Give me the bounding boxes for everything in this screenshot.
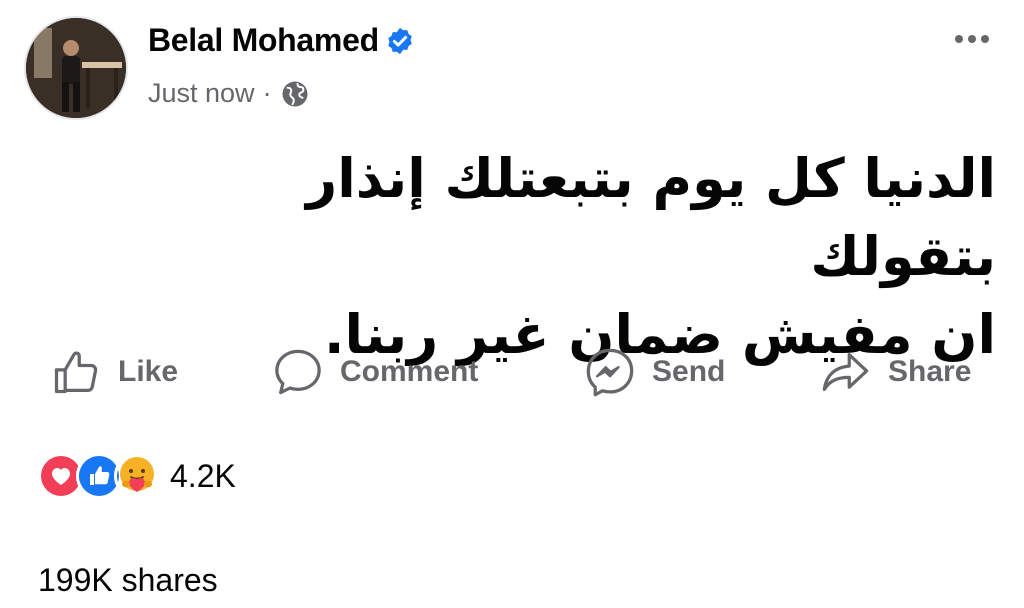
reaction-count[interactable]: 4.2K bbox=[170, 458, 236, 495]
more-dot bbox=[968, 35, 976, 43]
shares-count[interactable]: 199K shares bbox=[38, 562, 218, 599]
meta-separator: · bbox=[262, 78, 272, 108]
like-button[interactable]: Like bbox=[50, 340, 178, 404]
like-label: Like bbox=[118, 355, 179, 388]
messenger-icon bbox=[586, 348, 634, 397]
post-text-line: الدنيا كل يوم بتبعتلك إنذار بتقولك bbox=[306, 147, 996, 288]
comment-label: Comment bbox=[340, 355, 479, 388]
avatar-photo bbox=[26, 18, 126, 118]
more-dot bbox=[981, 35, 989, 43]
reactions-summary[interactable]: 4.2K bbox=[38, 452, 236, 500]
author-avatar[interactable] bbox=[24, 16, 128, 120]
author-name[interactable]: Belal Mohamed bbox=[148, 22, 415, 59]
send-button[interactable]: Send bbox=[584, 340, 725, 404]
more-dot bbox=[955, 35, 963, 43]
comment-button[interactable]: Comment bbox=[272, 340, 478, 404]
globe-icon[interactable] bbox=[280, 79, 310, 109]
more-options-icon[interactable] bbox=[948, 24, 996, 54]
post-meta: Just now · bbox=[148, 78, 310, 109]
verified-badge-icon bbox=[385, 26, 415, 56]
action-bar: Like Comment Send Share bbox=[0, 340, 1024, 404]
post-text: الدنيا كل يوم بتبعتلك إنذار بتقولك ان مف… bbox=[116, 140, 996, 374]
care-reaction-icon bbox=[114, 453, 160, 499]
author-name-text[interactable]: Belal Mohamed bbox=[148, 22, 379, 59]
like-icon bbox=[54, 351, 98, 394]
share-label: Share bbox=[888, 355, 972, 388]
send-label: Send bbox=[652, 355, 726, 388]
post-timestamp[interactable]: Just now bbox=[148, 78, 255, 109]
comment-icon bbox=[275, 349, 321, 395]
share-icon bbox=[822, 353, 869, 391]
share-button[interactable]: Share bbox=[820, 340, 971, 404]
